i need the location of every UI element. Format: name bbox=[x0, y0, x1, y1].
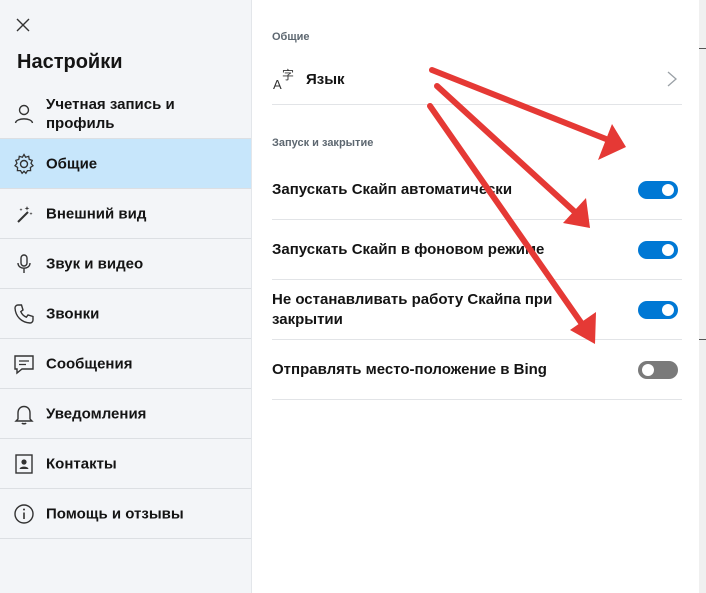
toggle-knob bbox=[662, 183, 674, 196]
section-header-startup: Запуск и закрытие bbox=[272, 137, 374, 149]
magic-wand-icon bbox=[12, 202, 36, 226]
sidebar-item-label: Контакты bbox=[46, 455, 117, 472]
setting-keep-running: Не останавливать работу Скайпа при закры… bbox=[272, 280, 682, 340]
section-header-general: Общие bbox=[272, 31, 310, 43]
language-setting[interactable]: A 字 Язык bbox=[272, 56, 682, 105]
sidebar-item-account[interactable]: Учетная запись и профиль bbox=[0, 89, 251, 139]
gear-icon bbox=[12, 152, 36, 176]
sidebar-item-label: Звук и видео bbox=[46, 255, 144, 272]
window-edge bbox=[699, 0, 706, 593]
sidebar-item-contacts[interactable]: Контакты bbox=[0, 439, 251, 489]
setting-location-bing: Отправлять место-положение в Bing bbox=[272, 340, 682, 400]
setting-label: Запускать Скайп автоматически bbox=[272, 180, 513, 198]
setting-label: Запускать Скайп в фоновом режиме bbox=[272, 240, 545, 258]
page-title: Настройки bbox=[17, 51, 123, 73]
settings-nav: Учетная запись и профиль Общие Внешний в… bbox=[0, 89, 251, 539]
toggle-knob bbox=[642, 363, 654, 376]
chat-icon bbox=[12, 352, 36, 376]
contact-book-icon bbox=[12, 452, 36, 476]
sidebar-item-calls[interactable]: Звонки bbox=[0, 289, 251, 339]
bell-icon bbox=[12, 402, 36, 426]
sidebar-item-appearance[interactable]: Внешний вид bbox=[0, 189, 251, 239]
sidebar-item-help[interactable]: Помощь и отзывы bbox=[0, 489, 251, 539]
language-icon: A 字 bbox=[272, 66, 298, 92]
sidebar-item-audio-video[interactable]: Звук и видео bbox=[0, 239, 251, 289]
sidebar-item-label: Общие bbox=[46, 155, 98, 172]
edge-mark bbox=[699, 48, 706, 49]
sidebar-item-label: Звонки bbox=[46, 305, 100, 322]
location-bing-toggle[interactable] bbox=[638, 360, 678, 379]
setting-autostart: Запускать Скайп автоматически bbox=[272, 160, 682, 220]
microphone-icon bbox=[12, 252, 36, 276]
sidebar-item-label: Уведомления bbox=[46, 405, 147, 422]
info-icon bbox=[12, 502, 36, 526]
toggle-knob bbox=[662, 243, 674, 256]
setting-background: Запускать Скайп в фоновом режиме bbox=[272, 220, 682, 280]
sidebar-item-label: Сообщения bbox=[46, 355, 133, 372]
settings-sidebar: Настройки Учетная запись и профиль Общие… bbox=[0, 0, 252, 593]
sidebar-item-label: Помощь и отзывы bbox=[46, 505, 184, 522]
sidebar-item-messages[interactable]: Сообщения bbox=[0, 339, 251, 389]
sidebar-item-label: Внешний вид bbox=[46, 205, 147, 222]
sidebar-item-general[interactable]: Общие bbox=[0, 139, 251, 189]
svg-text:字: 字 bbox=[282, 67, 294, 82]
settings-content: Общие A 字 Язык Запуск и закрытие Запуска… bbox=[252, 0, 706, 593]
chevron-right-icon bbox=[666, 70, 678, 88]
background-start-toggle[interactable] bbox=[638, 240, 678, 259]
toggle-knob bbox=[662, 303, 674, 316]
edge-mark bbox=[699, 339, 706, 340]
setting-label: Отправлять место-положение в Bing bbox=[272, 360, 547, 378]
autostart-toggle[interactable] bbox=[638, 180, 678, 199]
keep-running-toggle[interactable] bbox=[638, 300, 678, 319]
language-label: Язык bbox=[306, 71, 345, 88]
sidebar-item-label: Учетная запись и профиль bbox=[46, 95, 175, 132]
phone-icon bbox=[12, 302, 36, 326]
person-icon bbox=[12, 102, 36, 126]
close-icon[interactable] bbox=[12, 14, 34, 36]
sidebar-item-notifications[interactable]: Уведомления bbox=[0, 389, 251, 439]
setting-label: Не останавливать работу Скайпа при закры… bbox=[272, 290, 553, 328]
svg-text:A: A bbox=[273, 77, 282, 92]
